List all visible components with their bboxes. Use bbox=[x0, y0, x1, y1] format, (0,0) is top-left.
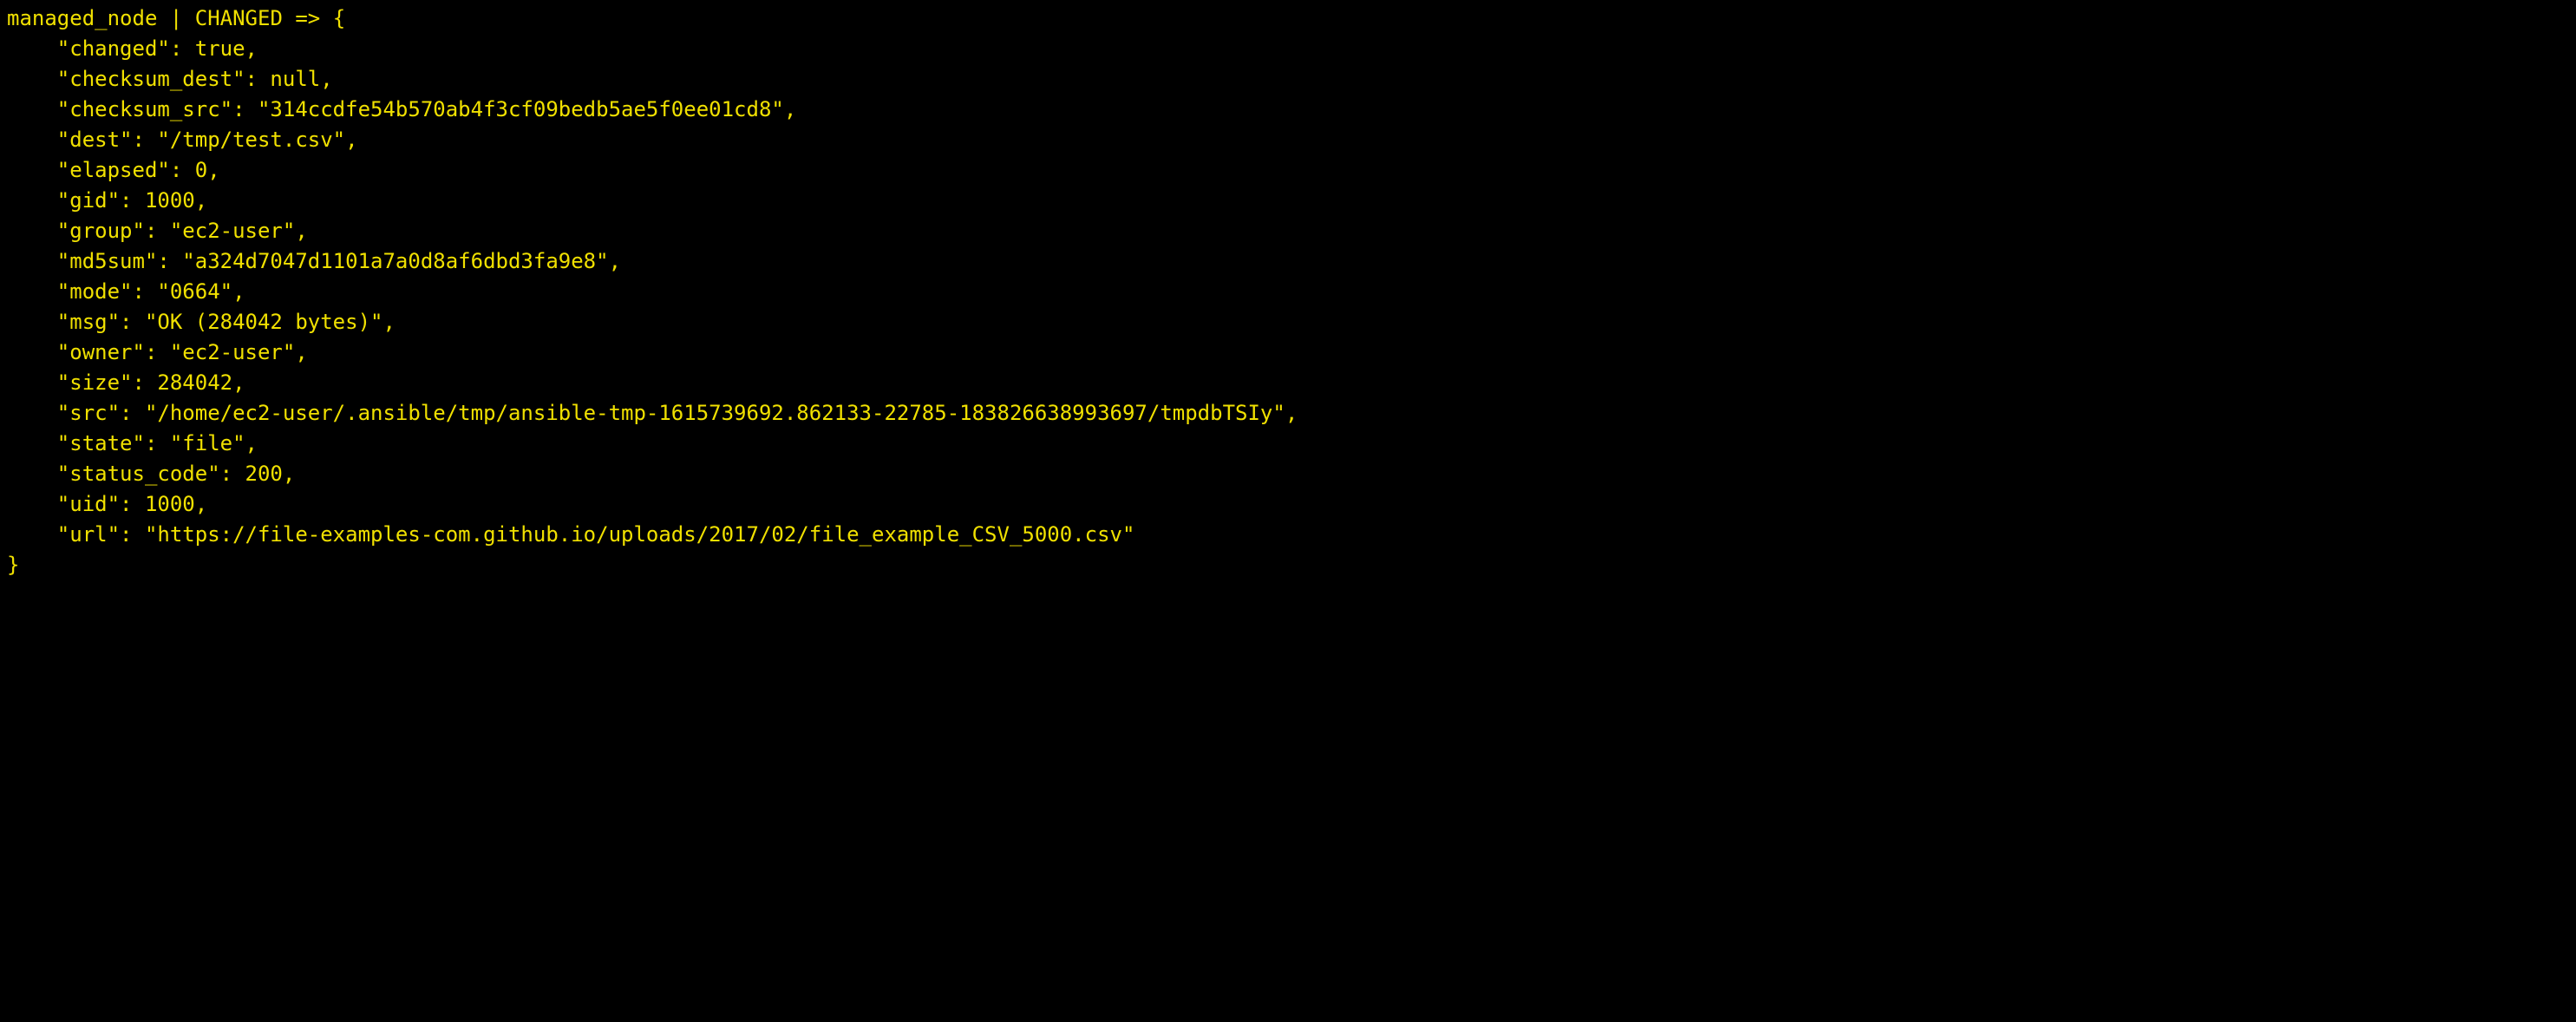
output-body: "changed": true, "checksum_dest": null, … bbox=[7, 36, 1298, 547]
host-label: managed_node bbox=[7, 6, 157, 30]
output-header: managed_node | CHANGED => { bbox=[7, 6, 345, 30]
closing-brace: } bbox=[7, 553, 19, 577]
terminal-output: managed_node | CHANGED => { "changed": t… bbox=[0, 0, 2576, 584]
separator: | bbox=[157, 6, 194, 30]
arrow-brace: => { bbox=[283, 6, 345, 30]
status-label: CHANGED bbox=[195, 6, 283, 30]
